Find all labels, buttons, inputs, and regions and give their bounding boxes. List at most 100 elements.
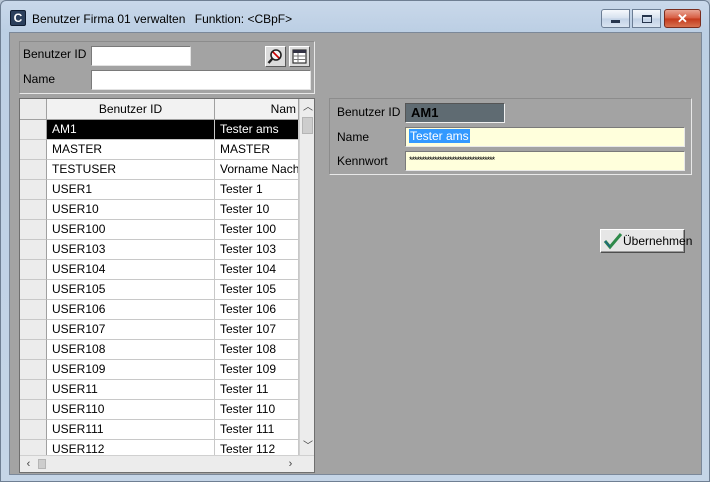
table-row[interactable]: MASTER MASTER [20,140,299,160]
table-row[interactable]: USER103 Tester 103 [20,240,299,260]
search-name-input[interactable] [91,70,311,90]
row-header[interactable] [20,340,47,360]
cell-name[interactable]: Tester 104 [215,260,299,280]
column-header-user-id[interactable]: Benutzer ID [47,99,215,120]
table-row[interactable]: USER111 Tester 111 [20,420,299,440]
cell-name[interactable]: Tester 108 [215,340,299,360]
row-header[interactable] [20,380,47,400]
cell-user-id[interactable]: USER10 [47,200,215,220]
table-row[interactable]: USER106 Tester 106 [20,300,299,320]
table-row[interactable]: USER100 Tester 100 [20,220,299,240]
row-header[interactable] [20,140,47,160]
table-row[interactable]: USER11 Tester 11 [20,380,299,400]
cell-name[interactable]: Tester 105 [215,280,299,300]
row-header[interactable] [20,280,47,300]
row-header[interactable] [20,300,47,320]
search-user-id-label: Benutzer ID [23,47,87,61]
table-row[interactable]: USER1 Tester 1 [20,180,299,200]
user-grid[interactable]: Benutzer ID Nam AM1 Tester ams MASTER MASTE… [19,98,315,473]
cell-user-id[interactable]: USER105 [47,280,215,300]
cell-name[interactable]: Tester 110 [215,400,299,420]
row-header[interactable] [20,400,47,420]
horizontal-scrollbar[interactable]: ‹ › [20,455,314,472]
cell-user-id[interactable]: USER103 [47,240,215,260]
detail-user-id-value: AM1 [405,103,505,123]
detail-panel: Benutzer ID AM1 Name Tester ams Kennwort… [329,98,692,175]
table-row[interactable]: USER108 Tester 108 [20,340,299,360]
detail-user-id-label: Benutzer ID [337,105,401,119]
cell-user-id[interactable]: USER1 [47,180,215,200]
app-window: C Benutzer Firma 01 verwalten Funktion: … [0,0,710,482]
minimize-icon [611,20,620,23]
cell-user-id[interactable]: AM1 [47,120,215,140]
row-header[interactable] [20,120,47,140]
horizontal-scroll-thumb[interactable] [38,459,46,469]
row-header[interactable] [20,320,47,340]
detail-name-input[interactable]: Tester ams [405,127,685,147]
column-header-name[interactable]: Nam [215,99,299,120]
cell-user-id[interactable]: USER108 [47,340,215,360]
scroll-right-icon[interactable]: › [282,456,299,472]
cell-user-id[interactable]: USER107 [47,320,215,340]
cell-user-id[interactable]: USER11 [47,380,215,400]
client-area: Benutzer ID Name Benutzer ID Nam AM1 Tes… [9,32,702,475]
table-row[interactable]: TESTUSERVorname Nachname [20,160,299,180]
table-row[interactable]: USER104 Tester 104 [20,260,299,280]
scroll-left-icon[interactable]: ‹ [20,456,37,472]
row-header[interactable] [20,240,47,260]
cell-name[interactable]: Tester 106 [215,300,299,320]
detail-password-label: Kennwort [337,154,388,168]
vertical-scroll-thumb[interactable] [302,117,313,134]
row-header[interactable] [20,360,47,380]
maximize-button[interactable] [632,9,661,28]
table-row[interactable]: USER109 Tester 109 [20,360,299,380]
row-header[interactable] [20,200,47,220]
title-bar: C Benutzer Firma 01 verwalten Funktion: … [1,1,709,33]
cell-name[interactable]: Tester 1 [215,180,299,200]
scroll-down-icon[interactable]: ﹀ [300,438,314,455]
cell-name[interactable]: Vorname Nachname [215,160,299,180]
cell-name[interactable]: Tester 100 [215,220,299,240]
cell-user-id[interactable]: TESTUSER [47,160,215,180]
magnifier-icon [267,49,282,64]
grid-header: Benutzer ID Nam [20,99,299,120]
window-title: Benutzer Firma 01 verwalten Funktion: <C… [32,12,292,26]
close-button[interactable]: ✕ [664,9,701,28]
detail-password-input[interactable]: ********************************** [405,151,685,171]
search-user-id-input[interactable] [91,46,191,66]
cell-name[interactable]: MASTER [215,140,299,160]
row-header[interactable] [20,260,47,280]
table-row[interactable]: USER107 Tester 107 [20,320,299,340]
table-icon [292,49,307,64]
cell-user-id[interactable]: USER100 [47,220,215,240]
cell-name[interactable]: Tester 107 [215,320,299,340]
vertical-scrollbar[interactable]: ︿ ﹀ [299,99,314,455]
row-header[interactable] [20,160,47,180]
table-row[interactable]: USER110 Tester 110 [20,400,299,420]
cell-name[interactable]: Tester ams [215,120,299,140]
row-header[interactable] [20,180,47,200]
checkmark-icon [603,233,623,250]
minimize-button[interactable] [601,9,630,28]
cell-user-id[interactable]: USER110 [47,400,215,420]
cell-name[interactable]: Tester 109 [215,360,299,380]
cell-user-id[interactable]: USER104 [47,260,215,280]
search-button[interactable] [265,46,286,67]
table-row[interactable]: AM1 Tester ams [20,120,299,140]
cell-user-id[interactable]: USER111 [47,420,215,440]
list-select-button[interactable] [289,46,310,67]
row-header[interactable] [20,420,47,440]
row-header[interactable] [20,220,47,240]
cell-name[interactable]: Tester 10 [215,200,299,220]
cell-name[interactable]: Tester 11 [215,380,299,400]
cell-user-id[interactable]: USER109 [47,360,215,380]
grid-rows: AM1 Tester ams MASTER MASTER TESTUSER Vorname… [20,120,299,460]
cell-name[interactable]: Tester 103 [215,240,299,260]
cell-user-id[interactable]: MASTER [47,140,215,160]
table-row[interactable]: USER105 Tester 105 [20,280,299,300]
cell-name[interactable]: Tester 111 [215,420,299,440]
scroll-up-icon[interactable]: ︿ [300,99,314,116]
apply-button[interactable]: Übernehmen [600,229,692,253]
table-row[interactable]: USER10 Tester 10 [20,200,299,220]
cell-user-id[interactable]: USER106 [47,300,215,320]
